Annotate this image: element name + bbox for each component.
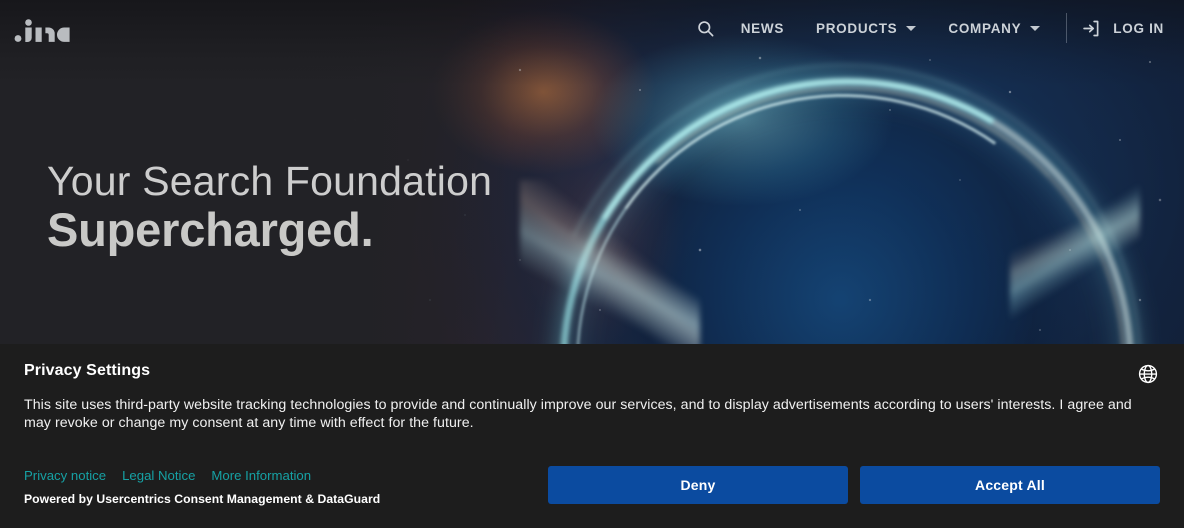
hero-headline-line1: Your Search Foundation <box>47 158 493 204</box>
globe-icon <box>1138 364 1158 384</box>
nav-item-news-label: NEWS <box>740 20 785 36</box>
privacy-notice-link[interactable]: Privacy notice <box>24 468 106 483</box>
privacy-settings-banner: Privacy Settings This site uses third-pa… <box>0 344 1184 528</box>
privacy-banner-actions: Deny Accept All <box>548 466 1160 504</box>
main-navigation: NEWS PRODUCTS COMPANY LOG IN <box>687 0 1184 56</box>
nav-item-news[interactable]: NEWS <box>725 0 800 56</box>
nav-divider <box>1066 13 1068 43</box>
login-button[interactable]: LOG IN <box>1073 0 1170 56</box>
login-label: LOG IN <box>1113 20 1164 36</box>
more-information-link[interactable]: More Information <box>211 468 311 483</box>
login-arrow-icon <box>1083 20 1099 36</box>
powered-by-text: Powered by Usercentrics Consent Manageme… <box>24 492 381 506</box>
chevron-down-icon <box>1030 25 1041 31</box>
nav-item-company-label: COMPANY <box>948 20 1022 36</box>
jina-wordmark-icon <box>14 19 70 42</box>
hero-headline-line2: Supercharged. <box>47 202 374 256</box>
deny-button[interactable]: Deny <box>548 466 848 504</box>
language-selector-button[interactable] <box>1134 360 1162 388</box>
jina-logo[interactable] <box>14 13 72 43</box>
privacy-banner-links: Privacy notice Legal Notice More Informa… <box>24 468 380 483</box>
chevron-down-icon <box>906 25 917 31</box>
page-root: NEWS PRODUCTS COMPANY LOG IN Your Search… <box>0 0 1184 528</box>
legal-notice-link[interactable]: Legal Notice <box>122 468 195 483</box>
search-button[interactable] <box>687 9 725 47</box>
accept-all-button[interactable]: Accept All <box>860 466 1160 504</box>
search-icon <box>698 20 714 36</box>
privacy-banner-inner: Privacy Settings This site uses third-pa… <box>0 344 1184 528</box>
nav-item-company[interactable]: COMPANY <box>932 0 1056 56</box>
nav-item-products[interactable]: PRODUCTS <box>800 0 932 56</box>
hero-headline: Your Search Foundation Supercharged. <box>47 160 492 255</box>
site-header: NEWS PRODUCTS COMPANY LOG IN <box>0 0 1184 56</box>
privacy-banner-description: This site uses third-party website track… <box>24 397 1132 432</box>
privacy-banner-footer: Privacy notice Legal Notice More Informa… <box>24 466 1160 506</box>
nav-item-products-label: PRODUCTS <box>816 20 898 36</box>
privacy-banner-title: Privacy Settings <box>24 362 151 379</box>
privacy-banner-links-column: Privacy notice Legal Notice More Informa… <box>24 468 380 506</box>
